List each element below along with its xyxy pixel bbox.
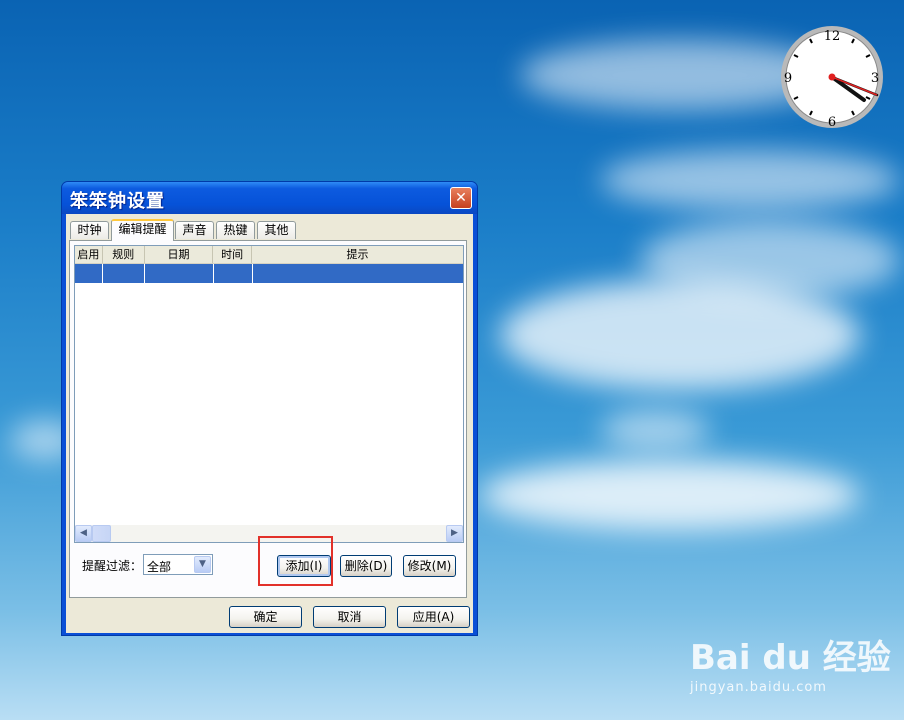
column-header-rule[interactable]: 规则 <box>103 246 145 263</box>
column-header-enabled[interactable]: 启用 <box>75 246 103 263</box>
watermark-url: jingyan.baidu.com <box>690 680 827 695</box>
clock-numeral-6: 6 <box>828 115 836 129</box>
column-header-time[interactable]: 时间 <box>213 246 253 263</box>
clock-numeral-3: 3 <box>871 71 879 86</box>
watermark: Bai du 经验 jingyan.baidu.com <box>690 630 891 695</box>
scroll-right-icon[interactable]: ▶ <box>446 525 463 542</box>
tab-sound[interactable]: 声音 <box>175 221 214 239</box>
list-header: 启用 规则 日期 时间 提示 <box>75 246 463 264</box>
scroll-thumb[interactable] <box>92 525 111 542</box>
cancel-button[interactable]: 取消 <box>313 606 386 628</box>
title-bar[interactable]: 笨笨钟设置 ✕ <box>62 182 477 214</box>
cloud <box>480 460 860 530</box>
column-header-date[interactable]: 日期 <box>145 246 214 263</box>
scroll-left-icon[interactable]: ◀ <box>75 525 92 542</box>
clock-face-icon: 12 3 6 9 <box>781 26 883 130</box>
clock-numeral-9: 9 <box>784 71 792 86</box>
cloud <box>500 280 860 390</box>
tab-other[interactable]: 其他 <box>257 221 296 239</box>
table-cell <box>145 264 214 283</box>
filter-select[interactable]: 全部 ▼ <box>143 554 213 575</box>
cloud <box>600 150 900 210</box>
watermark-logo: Bai du 经验 <box>690 638 891 678</box>
reminder-list[interactable]: 启用 规则 日期 时间 提示 ◀ ▶ <box>74 245 464 543</box>
highlight-box <box>258 536 333 586</box>
tab-edit-reminder[interactable]: 编辑提醒 <box>111 219 174 241</box>
tab-clock[interactable]: 时钟 <box>70 221 109 239</box>
table-cell <box>253 264 463 283</box>
table-row[interactable] <box>75 264 463 283</box>
filter-value: 全部 <box>147 560 172 574</box>
filter-label: 提醒过滤： <box>82 559 143 573</box>
close-icon[interactable]: ✕ <box>450 187 472 209</box>
window-title: 笨笨钟设置 <box>70 191 165 212</box>
chevron-down-icon[interactable]: ▼ <box>194 556 211 573</box>
apply-button[interactable]: 应用(A) <box>397 606 470 628</box>
table-cell <box>103 264 145 283</box>
column-header-hint[interactable]: 提示 <box>252 246 463 263</box>
tab-hotkey[interactable]: 热键 <box>216 221 255 239</box>
table-cell <box>75 264 103 283</box>
delete-button[interactable]: 删除(D) <box>340 555 392 577</box>
clock-numeral-12: 12 <box>824 29 841 44</box>
modify-button[interactable]: 修改(M) <box>403 555 456 577</box>
desktop-clock[interactable]: 12 3 6 9 <box>780 25 884 130</box>
table-cell <box>214 264 253 283</box>
ok-button[interactable]: 确定 <box>229 606 302 628</box>
cloud <box>600 410 710 450</box>
